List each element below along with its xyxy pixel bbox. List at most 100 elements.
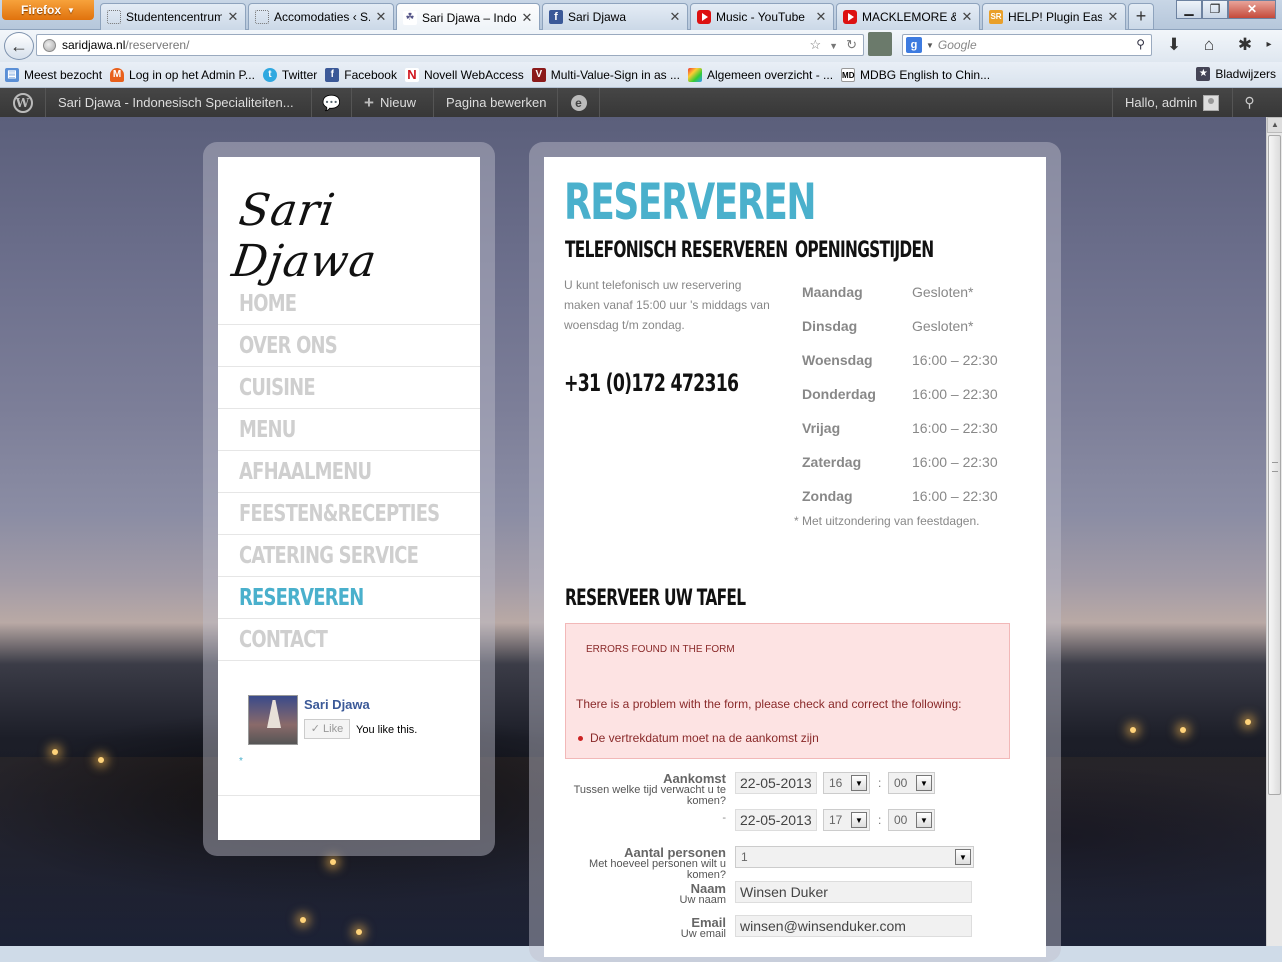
facebook-icon: f [325, 67, 340, 82]
addon-icon[interactable]: ✱ [1234, 34, 1256, 56]
more-tools-icon[interactable]: ▸ [1262, 34, 1276, 56]
history-dropdown-icon[interactable]: ▼ [829, 37, 838, 55]
most-visited-icon: ▤ [5, 67, 19, 82]
arrival-minute-select[interactable]: 00 ▼ [888, 772, 935, 794]
feed-icon[interactable] [868, 32, 892, 56]
bookmarks-toolbar: ▤ Meest bezocht M Log in op het Admin P.… [0, 62, 1282, 88]
persons-select[interactable]: 1 ▼ [735, 846, 974, 868]
menu-item-over-ons[interactable]: Over ons [218, 325, 480, 367]
menu-item-contact[interactable]: Contact [218, 619, 480, 661]
close-tab-icon[interactable]: ✕ [961, 9, 973, 25]
search-icon[interactable]: ⚲ [1136, 37, 1145, 51]
magento-icon: M [110, 67, 125, 82]
bookmark-star-icon: ★ [1196, 67, 1211, 81]
chevron-down-icon: ▼ [67, 5, 75, 15]
download-icon[interactable]: ⬇ [1163, 34, 1185, 56]
bookmark-algemeen-overzicht[interactable]: Algemeen overzicht - ... [687, 67, 833, 82]
close-window-icon[interactable]: ✕ [1228, 0, 1276, 19]
persons-label: Aantal personen Met hoeveel personen wil… [589, 845, 726, 881]
close-tab-icon[interactable]: ✕ [669, 9, 681, 25]
chevron-down-icon: ▼ [851, 812, 867, 828]
chevron-down-icon: ▼ [916, 775, 932, 791]
admin-account-menu[interactable]: Hallo, admin [1112, 88, 1232, 117]
comments-icon[interactable]: 💬 [312, 88, 352, 117]
tab-music-youtube[interactable]: Music - YouTube ✕ [690, 3, 834, 30]
hours-time: 16:00 – 22:30 [912, 386, 998, 402]
menu-item-afhaalmenu[interactable]: Afhaalmenu [218, 451, 480, 493]
site-icon: ☘ [403, 10, 417, 25]
search-input[interactable]: g ▼ Google ⚲ [902, 34, 1152, 56]
menu-item-reserveren[interactable]: Reserveren [218, 577, 480, 619]
chevron-down-icon: ▼ [955, 849, 971, 865]
url-bar[interactable]: saridjawa.nl /reserveren/ ☆ ▼ ↻ [36, 34, 864, 56]
facebook-page-picture[interactable] [248, 695, 298, 745]
wordpress-logo-icon[interactable]: W [0, 88, 46, 117]
hours-row: Maandag Gesloten* [794, 275, 998, 309]
arrival-date-input[interactable]: 22-05-2013 [735, 772, 817, 794]
scroll-up-icon[interactable]: ▲ [1267, 117, 1282, 133]
maximize-icon[interactable]: ❐ [1202, 0, 1228, 19]
tab-macklemore[interactable]: MACKLEMORE &... ✕ [836, 3, 980, 30]
tab-sari-djawa-facebook[interactable]: f Sari Djawa ✕ [542, 3, 688, 30]
bookmark-star-icon[interactable]: ☆ [810, 37, 822, 55]
novell-icon: N [404, 67, 419, 82]
admin-new-button[interactable]: + Nieuw [352, 88, 434, 117]
hours-day: Zaterdag [802, 454, 862, 470]
home-icon[interactable]: ⌂ [1198, 34, 1220, 56]
facebook-page-name[interactable]: Sari Djawa [304, 697, 370, 712]
bookmark-meest-bezocht[interactable]: ▤ Meest bezocht [5, 67, 102, 82]
page-scrollbar[interactable]: ▲ [1266, 117, 1282, 946]
facebook-like-button[interactable]: ✓ Like [304, 719, 350, 739]
sidebar-divider [218, 795, 480, 796]
tab-studentencentrum[interactable]: Studentencentrum ✕ [100, 3, 246, 30]
hours-day: Donderdag [802, 386, 876, 402]
pinwheel-icon [687, 67, 702, 82]
close-tab-icon[interactable]: ✕ [227, 9, 239, 25]
name-input[interactable]: Winsen Duker [735, 881, 972, 903]
youtube-icon [697, 10, 711, 24]
menu-item-menu[interactable]: Menu [218, 409, 480, 451]
tab-accomodaties[interactable]: Accomodaties ‹ S... ✕ [248, 3, 394, 30]
scrollbar-thumb[interactable] [1268, 135, 1281, 795]
bookmark-novell[interactable]: N Novell WebAccess [404, 67, 524, 82]
close-tab-icon[interactable]: ✕ [815, 9, 827, 25]
close-tab-icon[interactable]: ✕ [1107, 9, 1119, 25]
admin-site-name[interactable]: Sari Djawa - Indonesisch Specialiteiten.… [46, 88, 312, 117]
reservation-form-heading: Reserveer uw tafel [565, 586, 746, 611]
back-arrow-icon[interactable]: ← [4, 32, 34, 60]
departure-date-input[interactable]: 22-05-2013 [735, 809, 817, 831]
bookmarks-menu[interactable]: ★ Bladwijzers [1196, 67, 1276, 81]
departure-hour-select[interactable]: 17 ▼ [823, 809, 870, 831]
email-input[interactable]: winsen@winsenduker.com [735, 915, 972, 937]
bookmark-twitter[interactable]: t Twitter [262, 67, 317, 82]
menu-item-home[interactable]: Home [218, 283, 480, 325]
bookmark-multi-value-sign[interactable]: V Multi-Value-Sign in as ... [531, 67, 680, 82]
bookmark-admin-login[interactable]: M Log in op het Admin P... [110, 67, 255, 82]
search-engine-dropdown-icon[interactable]: ▼ [926, 41, 934, 50]
menu-item-cuisine[interactable]: Cuisine [218, 367, 480, 409]
tab-help-plugin[interactable]: SR HELP! Plugin Easy... ✕ [982, 3, 1126, 30]
tab-sari-djawa-site[interactable]: ☘ Sari Djawa – Indo... ✕ [396, 3, 540, 31]
arrival-hour-select[interactable]: 16 ▼ [823, 772, 870, 794]
close-tab-icon[interactable]: ✕ [375, 9, 387, 25]
bookmark-facebook[interactable]: f Facebook [325, 67, 397, 82]
departure-minute-select[interactable]: 00 ▼ [888, 809, 935, 831]
hours-row: Vrijag 16:00 – 22:30 [794, 411, 998, 445]
menu-item-feesten-recepties[interactable]: Feesten&Recepties [218, 493, 480, 535]
bookmark-mdbg[interactable]: MD MDBG English to Chin... [841, 67, 990, 82]
theme-icon[interactable]: e [558, 88, 600, 117]
url-path: /reserveren/ [125, 38, 190, 52]
tab-bar: Firefox ▼ Studentencentrum ✕ Accomodatie… [0, 0, 1282, 31]
minimize-icon[interactable]: ▁ [1176, 0, 1202, 19]
admin-edit-page-button[interactable]: Pagina bewerken [434, 88, 558, 117]
hours-row: Zaterdag 16:00 – 22:30 [794, 445, 998, 479]
new-tab-button[interactable]: + [1128, 3, 1154, 29]
close-tab-icon[interactable]: ✕ [521, 10, 533, 26]
plus-icon: + [364, 92, 374, 112]
reload-icon[interactable]: ↻ [846, 37, 857, 55]
phone-number[interactable]: +31 (0)172 472316 [564, 369, 806, 398]
admin-search-icon[interactable]: ⚲ [1232, 88, 1266, 117]
menu-item-catering-service[interactable]: Catering Service [218, 535, 480, 577]
site-logo[interactable]: Sari Djawa [229, 185, 487, 287]
firefox-menu-button[interactable]: Firefox ▼ [2, 0, 94, 20]
